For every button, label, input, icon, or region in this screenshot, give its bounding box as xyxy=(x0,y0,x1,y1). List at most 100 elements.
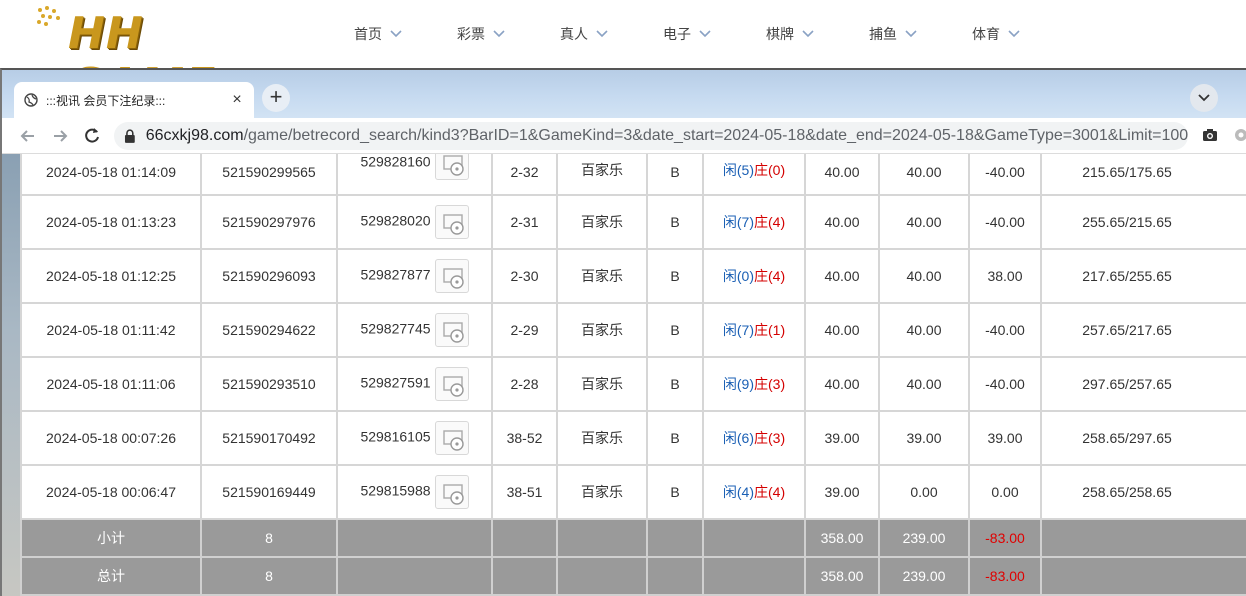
game-name: 百家乐 xyxy=(556,248,648,304)
nav-item-live[interactable]: 真人 xyxy=(560,24,663,44)
close-icon[interactable]: × xyxy=(230,92,244,108)
video-replay-icon[interactable] xyxy=(434,313,469,347)
back-arrow-icon[interactable] xyxy=(18,126,38,146)
chevron-down-icon xyxy=(1198,94,1210,102)
video-replay-icon[interactable] xyxy=(434,367,469,401)
shoe-round: 2-30 xyxy=(491,248,558,304)
empty-cell xyxy=(702,518,806,558)
page-viewport[interactable]: 2024-05-18 01:14:09 521590299565 5298281… xyxy=(2,154,1246,596)
video-replay-icon[interactable] xyxy=(434,421,469,455)
bet-amount: 40.00 xyxy=(804,356,880,412)
round-id-cell: 529816105 xyxy=(336,410,493,466)
bet-amount: 40.00 xyxy=(804,154,880,196)
nav-item-slots[interactable]: 电子 xyxy=(663,24,766,44)
subtotal-valid: 239.00 xyxy=(878,518,970,558)
lock-icon[interactable] xyxy=(124,129,136,143)
banker-result: 庄(1) xyxy=(754,322,786,338)
balance-change: 258.65/258.65 xyxy=(1040,464,1246,520)
forward-arrow-icon[interactable] xyxy=(50,126,70,146)
nav-item-home[interactable]: 首页 xyxy=(354,24,457,44)
camera-icon[interactable] xyxy=(1202,128,1218,142)
nav-item-label: 真人 xyxy=(560,26,588,42)
empty-cell xyxy=(336,556,493,596)
empty-cell xyxy=(1040,556,1246,596)
nav-item-label: 捕鱼 xyxy=(869,26,897,42)
bet-id: 521590170492 xyxy=(200,410,338,466)
empty-cell xyxy=(1040,518,1246,558)
valid-bet: 0.00 xyxy=(878,464,970,520)
table-row: 2024-05-18 01:11:06 521590293510 5298275… xyxy=(20,356,1246,412)
bet-time: 2024-05-18 01:12:25 xyxy=(20,248,202,304)
empty-cell xyxy=(556,518,648,558)
bet-record-rows: 2024-05-18 01:14:09 521590299565 5298281… xyxy=(20,154,1246,596)
table-code: B xyxy=(646,356,704,412)
bet-time: 2024-05-18 01:11:42 xyxy=(20,302,202,358)
table-row: 2024-05-18 00:06:47 521590169449 5298159… xyxy=(20,464,1246,520)
banker-result: 庄(4) xyxy=(754,214,786,230)
url-path: /game/betrecord_search/kind3?BarID=1&Gam… xyxy=(243,127,1188,144)
balance-change: 257.65/217.65 xyxy=(1040,302,1246,358)
bet-time: 2024-05-18 00:06:47 xyxy=(20,464,202,520)
card-result: 闲(4)庄(4) xyxy=(702,464,806,520)
bet-id: 521590299565 xyxy=(200,154,338,196)
banker-result: 庄(0) xyxy=(754,162,786,178)
nav-item-label: 体育 xyxy=(972,26,1000,42)
video-replay-icon[interactable] xyxy=(434,154,469,180)
valid-bet: 39.00 xyxy=(878,410,970,466)
browser-window: :::视讯 会员下注纪录::: × + 66cxkj98.com/game/be… xyxy=(0,68,1246,596)
table-code: B xyxy=(646,248,704,304)
bet-id: 521590297976 xyxy=(200,194,338,250)
balance-change: 255.65/215.65 xyxy=(1040,194,1246,250)
video-replay-icon[interactable] xyxy=(434,205,469,239)
nav-item-fishing[interactable]: 捕鱼 xyxy=(869,24,972,44)
shoe-round: 2-32 xyxy=(491,154,558,196)
table-row: 2024-05-18 01:11:42 521590294622 5298277… xyxy=(20,302,1246,358)
bet-amount: 39.00 xyxy=(804,410,880,466)
bet-record-page: 2024-05-18 01:14:09 521590299565 5298281… xyxy=(20,154,1246,596)
shoe-round: 38-52 xyxy=(491,410,558,466)
empty-cell xyxy=(556,556,648,596)
bet-id: 521590294622 xyxy=(200,302,338,358)
globe-icon xyxy=(24,93,38,107)
bet-amount: 39.00 xyxy=(804,464,880,520)
card-result: 闲(6)庄(3) xyxy=(702,410,806,466)
chevron-down-icon xyxy=(493,30,505,38)
bet-id: 521590169449 xyxy=(200,464,338,520)
nav-item-lottery[interactable]: 彩票 xyxy=(457,24,560,44)
bet-time: 2024-05-18 00:07:26 xyxy=(20,410,202,466)
reload-icon[interactable] xyxy=(82,126,102,146)
nav-item-label: 电子 xyxy=(663,26,691,42)
browser-tab[interactable]: :::视讯 会员下注纪录::: × xyxy=(14,82,254,118)
valid-bet: 40.00 xyxy=(878,248,970,304)
site-logo[interactable]: HH GAME xyxy=(30,2,300,110)
bet-record-table: 2024-05-18 01:14:09 521590299565 5298281… xyxy=(20,154,1246,596)
shoe-round: 2-31 xyxy=(491,194,558,250)
bet-amount: 40.00 xyxy=(804,194,880,250)
round-id: 529815988 xyxy=(360,482,431,499)
table-row: 2024-05-18 01:12:25 521590296093 5298278… xyxy=(20,248,1246,304)
win-loss: 38.00 xyxy=(968,248,1042,304)
video-replay-icon[interactable] xyxy=(434,475,469,509)
game-name: 百家乐 xyxy=(556,356,648,412)
valid-bet: 40.00 xyxy=(878,194,970,250)
main-nav: 首页 彩票 真人 电子 棋牌 捕鱼 体育 xyxy=(354,24,1075,44)
nav-item-cards[interactable]: 棋牌 xyxy=(766,24,869,44)
card-result: 闲(7)庄(4) xyxy=(702,194,806,250)
address-bar[interactable]: 66cxkj98.com/game/betrecord_search/kind3… xyxy=(114,122,1188,150)
bet-time: 2024-05-18 01:11:06 xyxy=(20,356,202,412)
round-id: 529827877 xyxy=(360,266,431,283)
round-id-cell: 529828020 xyxy=(336,194,493,250)
bet-id: 521590293510 xyxy=(200,356,338,412)
bet-amount: 40.00 xyxy=(804,302,880,358)
win-loss: -40.00 xyxy=(968,356,1042,412)
video-replay-icon[interactable] xyxy=(434,259,469,293)
player-result: 闲(6) xyxy=(722,430,754,446)
extension-icon[interactable] xyxy=(1234,128,1246,142)
chevron-down-icon xyxy=(802,30,814,38)
tab-search-button[interactable] xyxy=(1190,84,1218,112)
new-tab-button[interactable]: + xyxy=(262,84,290,112)
empty-cell xyxy=(702,556,806,596)
win-loss: -40.00 xyxy=(968,154,1042,196)
nav-item-sports[interactable]: 体育 xyxy=(972,24,1075,44)
round-id: 529816105 xyxy=(360,428,431,445)
